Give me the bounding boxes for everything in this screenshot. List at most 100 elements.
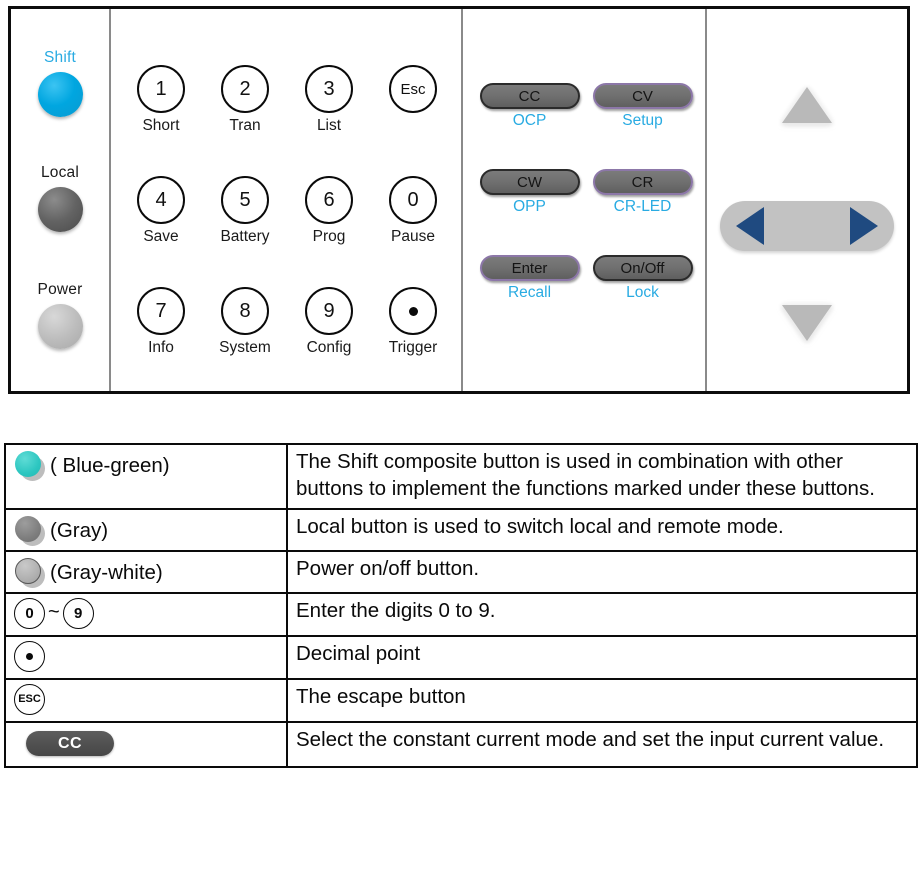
key-7[interactable]: 7 Info: [119, 287, 203, 356]
symbol-cell-cc: CC: [4, 721, 288, 768]
cr-button[interactable]: CR: [592, 169, 693, 195]
symbol-cell-decimal: [4, 635, 288, 680]
table-row: (Gray) Local button is used to switch lo…: [4, 508, 918, 552]
arrow-left-icon[interactable]: [736, 207, 764, 245]
panel-section-navigation: [707, 9, 907, 391]
local-button[interactable]: Local: [11, 164, 109, 232]
key-0-glyph: 0: [389, 176, 437, 224]
key-5-sublabel: Battery: [220, 228, 270, 245]
power-led-icon[interactable]: [37, 304, 83, 349]
key-9-sublabel: Config: [306, 339, 352, 356]
panel-section-modes: CC OCP CV Setup CW OPP CR CR-LED Enter R…: [463, 9, 707, 391]
mode-onoff[interactable]: On/Off Lock: [590, 255, 695, 301]
cv-shift-label: Setup: [622, 112, 663, 129]
key-esc[interactable]: Esc: [371, 65, 455, 134]
table-row: ESC The escape button: [4, 678, 918, 723]
digit-key-zero-icon: 0: [14, 598, 45, 629]
front-panel-diagram: Shift Local Power 1 Short 2 Tran 3 List: [8, 6, 910, 394]
symbol-cell-power: (Gray-white): [4, 550, 288, 594]
key-9[interactable]: 9 Config: [287, 287, 371, 356]
symbol-caption: (Gray-white): [50, 561, 163, 584]
shift-circle-icon: [14, 449, 48, 481]
range-separator: ~: [48, 601, 60, 623]
description-cell: Local button is used to switch local and…: [286, 508, 918, 552]
key-decimal-trigger[interactable]: Trigger: [371, 287, 455, 356]
cw-button[interactable]: CW: [479, 169, 580, 195]
power-circle-icon: [14, 556, 48, 588]
key-8-glyph: 8: [221, 287, 269, 335]
key-6[interactable]: 6 Prog: [287, 176, 371, 245]
navigation-cluster: [707, 9, 907, 391]
table-row: (Gray-white) Power on/off button.: [4, 550, 918, 594]
cw-shift-label: OPP: [513, 198, 546, 215]
mode-cr[interactable]: CR CR-LED: [590, 169, 695, 215]
key-6-glyph: 6: [305, 176, 353, 224]
power-button[interactable]: Power: [11, 281, 109, 349]
table-row: CC Select the constant current mode and …: [4, 721, 918, 768]
arrow-up-icon[interactable]: [782, 87, 832, 123]
key-7-glyph: 7: [137, 287, 185, 335]
enter-button[interactable]: Enter: [479, 255, 580, 281]
cv-button[interactable]: CV: [592, 83, 693, 109]
key-8-sublabel: System: [219, 339, 271, 356]
key-1-sublabel: Short: [142, 117, 180, 134]
symbol-caption: ( Blue-green): [50, 454, 170, 477]
shift-led-icon[interactable]: [37, 72, 83, 117]
local-button-label: Local: [40, 164, 80, 181]
key-2-sublabel: Tran: [229, 117, 261, 134]
description-cell: The escape button: [286, 678, 918, 723]
key-0-sublabel: Pause: [391, 228, 435, 245]
panel-section-power-shift: Shift Local Power: [11, 9, 111, 391]
key-1-glyph: 1: [137, 65, 185, 113]
mode-cc[interactable]: CC OCP: [477, 83, 582, 129]
key-2[interactable]: 2 Tran: [203, 65, 287, 134]
dot-icon: [26, 653, 33, 660]
mode-cv[interactable]: CV Setup: [590, 83, 695, 129]
key-2-glyph: 2: [221, 65, 269, 113]
cc-shift-label: OCP: [512, 112, 547, 129]
key-decimal-glyph: [389, 287, 437, 335]
local-led-icon[interactable]: [37, 187, 83, 232]
shift-button[interactable]: Shift: [11, 49, 109, 117]
shift-button-label: Shift: [43, 49, 76, 66]
key-7-sublabel: Info: [148, 339, 174, 356]
key-4-glyph: 4: [137, 176, 185, 224]
key-3-sublabel: List: [316, 117, 342, 134]
key-6-sublabel: Prog: [312, 228, 346, 245]
key-5[interactable]: 5 Battery: [203, 176, 287, 245]
digit-key-nine-icon: 9: [62, 598, 94, 629]
table-row: ( Blue-green) The Shift composite button…: [4, 443, 918, 510]
numeric-keypad: 1 Short 2 Tran 3 List Esc 4 Save 5 Batte: [119, 65, 455, 356]
onoff-button[interactable]: On/Off: [592, 255, 693, 281]
arrow-down-icon[interactable]: [782, 305, 832, 341]
key-3[interactable]: 3 List: [287, 65, 371, 134]
mode-cw[interactable]: CW OPP: [477, 169, 582, 215]
left-right-rocker[interactable]: [720, 201, 894, 251]
arrow-right-icon[interactable]: [850, 207, 878, 245]
key-4[interactable]: 4 Save: [119, 176, 203, 245]
symbol-cell-escape: ESC: [4, 678, 288, 723]
panel-section-keypad: 1 Short 2 Tran 3 List Esc 4 Save 5 Batte: [111, 9, 463, 391]
escape-key-icon: ESC: [14, 684, 45, 715]
key-0[interactable]: 0 Pause: [371, 176, 455, 245]
mode-enter[interactable]: Enter Recall: [477, 255, 582, 301]
key-esc-glyph: Esc: [389, 65, 437, 113]
cr-shift-label: CR-LED: [613, 198, 672, 215]
symbol-cell-shift: ( Blue-green): [4, 443, 288, 510]
key-8[interactable]: 8 System: [203, 287, 287, 356]
cc-button[interactable]: CC: [479, 83, 580, 109]
description-cell: Power on/off button.: [286, 550, 918, 594]
button-description-table: ( Blue-green) The Shift composite button…: [4, 443, 918, 768]
onoff-shift-label: Lock: [626, 284, 659, 301]
key-1[interactable]: 1 Short: [119, 65, 203, 134]
enter-shift-label: Recall: [507, 284, 552, 301]
description-cell: Enter the digits 0 to 9.: [286, 592, 918, 637]
key-5-glyph: 5: [221, 176, 269, 224]
symbol-caption: (Gray): [50, 519, 109, 542]
symbol-cell-digits: 0 ~ 9: [4, 592, 288, 637]
key-4-sublabel: Save: [143, 228, 179, 245]
symbol-cell-local: (Gray): [4, 508, 288, 552]
dot-icon: [408, 306, 418, 316]
decimal-key-icon: [14, 641, 45, 672]
description-cell: Decimal point: [286, 635, 918, 680]
